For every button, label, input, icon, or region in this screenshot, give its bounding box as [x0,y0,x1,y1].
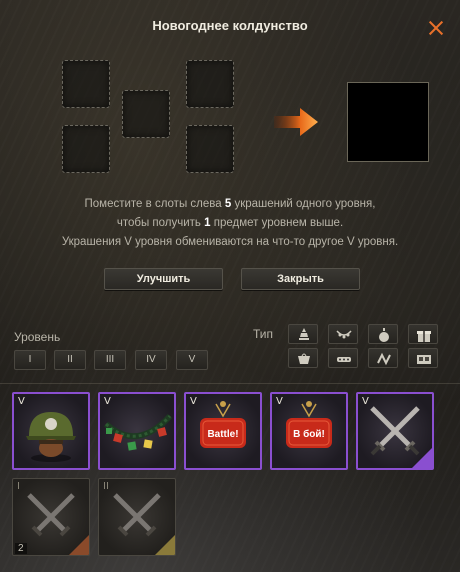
item-tier: V [190,396,197,407]
type-filter-ball[interactable] [368,324,398,344]
input-slot-3[interactable] [122,90,170,138]
type-filter-tank-garland[interactable] [328,348,358,368]
rarity-corner [69,535,89,555]
description-line-2: чтобы получить 1 предмет уровнем выше. [116,217,344,229]
type-filter-fairy-lights[interactable] [368,348,398,368]
type-filter-hanging-toy[interactable] [288,348,318,368]
upgrade-button[interactable]: Улучшить [104,268,223,290]
item-count: 2 [15,543,27,554]
description-line-3: Украшения V уровня обмениваются на что-т… [61,236,399,248]
ball-ornament-icon [379,328,389,342]
arrow-right-icon [274,108,318,136]
tank-garland-icon [337,357,351,362]
close-icon[interactable] [428,20,444,36]
garland-icon [103,413,173,451]
type-filter-tree-topper[interactable] [288,324,318,344]
input-slot-2[interactable] [186,60,234,108]
type-filter-label: Тип [253,327,274,341]
inventory-item-garland[interactable]: V [98,392,176,470]
tier-filter-iv[interactable]: IV [135,350,167,370]
window-title: Новогоднее колдунство [152,18,308,33]
v-boi-sign-text: В бой! [293,428,325,440]
tier-filter-label: Уровень [14,330,61,344]
tier-filter-i[interactable]: I [14,350,46,370]
item-tier: V [104,396,111,407]
input-slot-5[interactable] [186,125,234,173]
tree-topper-icon [299,328,309,340]
item-tier: V [276,396,283,407]
inventory-item-crossed-swords-tier-1[interactable]: I 2 [12,478,90,556]
item-tier: V [362,396,369,407]
inventory-item-battle-sign[interactable]: Battle! V [184,392,262,470]
inventory-item-helmet[interactable]: V [12,392,90,470]
description-line-1: Поместите в слоты слева 5 украшений одно… [84,198,376,210]
item-tier: I [17,481,20,492]
result-slot [347,82,429,162]
inventory-item-v-boi-sign[interactable]: В бой! V [270,392,348,470]
input-slot-4[interactable] [62,125,110,173]
kitchen-icon [417,355,431,364]
item-tier: II [103,481,109,492]
v-boi-sign-icon: В бой! [286,401,332,448]
tier-filter-iii[interactable]: III [94,350,126,370]
tier-filter-v[interactable]: V [176,350,208,370]
item-tier: V [18,396,25,407]
battle-sign-icon: Battle! [200,401,246,448]
inventory-item-crossed-swords[interactable]: V [356,392,434,470]
garland-icon [336,330,352,339]
input-slot-1[interactable] [62,60,110,108]
crafting-window: Новогоднее колдунство Поместите в слоты … [0,0,460,572]
rarity-corner [155,535,175,555]
close-button[interactable]: Закрыть [241,268,360,290]
inventory-item-crossed-swords-tier-2[interactable]: II [98,478,176,556]
gift-icon [417,331,431,342]
helmet-icon [26,412,76,462]
rarity-corner [412,448,432,468]
type-filter-gift[interactable] [408,324,438,344]
battle-sign-text: Battle! [207,429,238,440]
fairy-lights-icon [377,352,391,366]
hanging-toy-icon [298,353,310,364]
tier-filter-ii[interactable]: II [54,350,86,370]
section-divider [0,383,460,384]
type-filter-garland[interactable] [328,324,358,344]
type-filter-kitchen[interactable] [408,348,438,368]
